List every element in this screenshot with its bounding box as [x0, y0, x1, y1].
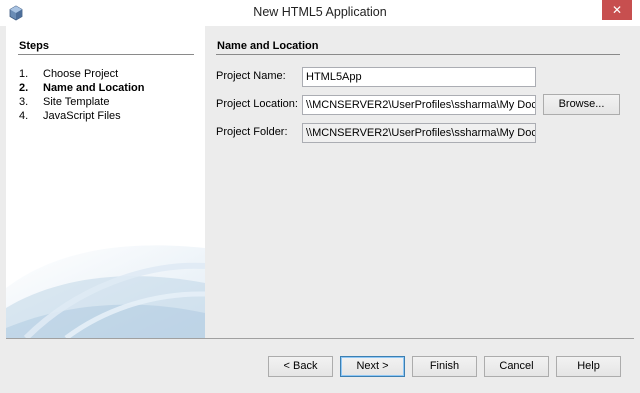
section-divider [216, 54, 620, 55]
next-button[interactable]: Next > [340, 356, 405, 377]
steps-divider [18, 54, 194, 55]
main-panel: Name and Location Project Name: HTML5App… [205, 26, 634, 338]
step-number: 3. [19, 96, 29, 108]
project-location-input[interactable]: \\MCNSERVER2\UserProfiles\ssharma\My Doc… [302, 95, 536, 115]
help-button[interactable]: Help [556, 356, 621, 377]
project-location-label: Project Location: [216, 98, 298, 110]
step-item-name-and-location: 2. Name and Location [19, 81, 144, 95]
step-label: Name and Location [43, 82, 145, 94]
step-label: JavaScript Files [43, 110, 121, 122]
close-button[interactable]: ✕ [602, 0, 632, 20]
window-title: New HTML5 Application [253, 5, 387, 19]
step-number: 1. [19, 68, 29, 80]
project-folder-input[interactable]: \\MCNSERVER2\UserProfiles\ssharma\My Doc… [302, 123, 536, 143]
finish-button[interactable]: Finish [412, 356, 477, 377]
wizard-window: New HTML5 Application ✕ Steps 1. Choose P… [0, 0, 640, 393]
steps-list: 1. Choose Project 2. Name and Location 3. S… [19, 67, 144, 123]
project-name-input[interactable]: HTML5App [302, 67, 536, 87]
decorative-swoosh-graphic [6, 245, 205, 338]
browse-button[interactable]: Browse... [543, 94, 620, 115]
title-bar[interactable]: New HTML5 Application ✕ [0, 0, 640, 26]
back-button[interactable]: < Back [268, 356, 333, 377]
step-label: Site Template [43, 96, 110, 108]
close-icon: ✕ [611, 3, 623, 17]
project-name-label: Project Name: [216, 70, 286, 82]
cancel-button[interactable]: Cancel [484, 356, 549, 377]
footer-divider [6, 338, 634, 339]
section-title: Name and Location [217, 40, 319, 52]
step-item-javascript-files: 4. JavaScript Files [19, 109, 144, 123]
project-folder-label: Project Folder: [216, 126, 288, 138]
step-number: 4. [19, 110, 29, 122]
step-number: 2. [19, 82, 29, 94]
steps-heading: Steps [19, 40, 49, 52]
step-item-site-template: 3. Site Template [19, 95, 144, 109]
step-item-choose-project: 1. Choose Project [19, 67, 144, 81]
steps-panel: Steps 1. Choose Project 2. Name and Locati… [6, 26, 205, 338]
step-label: Choose Project [43, 68, 119, 80]
